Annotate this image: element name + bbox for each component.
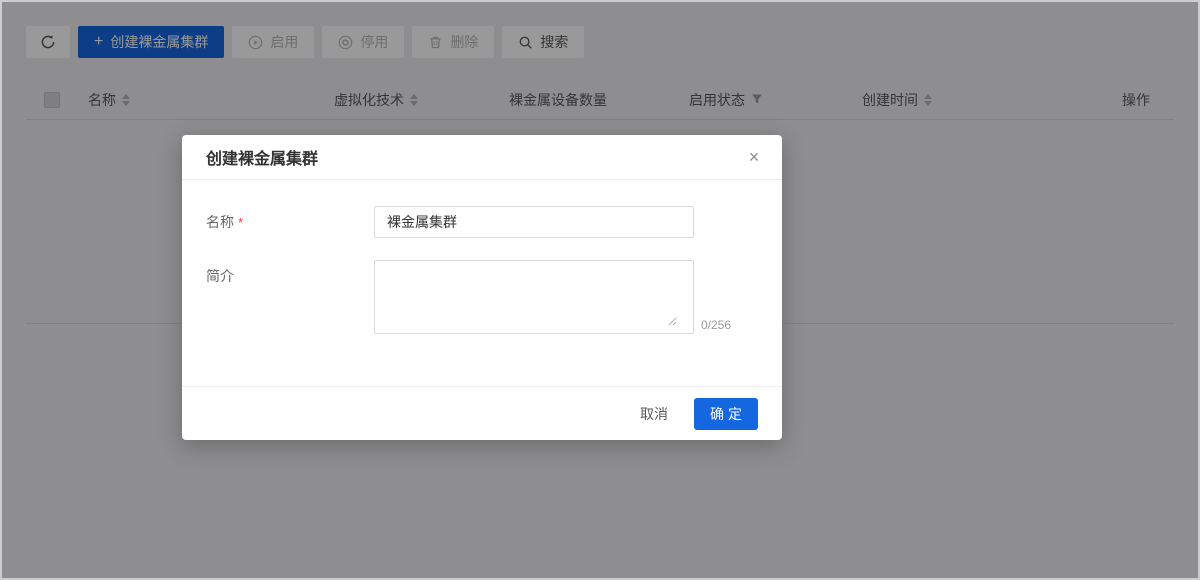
char-counter: 0/256 — [701, 318, 731, 334]
name-field-label: 名称 * — [206, 206, 374, 232]
app-window: + 创建裸金属集群 启用 停用 — [0, 0, 1200, 580]
intro-textarea-wrap: 0/256 — [374, 260, 731, 334]
close-button[interactable]: × — [740, 143, 768, 171]
name-field-row: 名称 * — [206, 206, 758, 238]
dialog-title: 创建裸金属集群 — [206, 145, 318, 169]
name-input[interactable] — [374, 206, 694, 238]
dialog-header: 创建裸金属集群 × — [182, 135, 782, 180]
close-icon: × — [749, 147, 760, 167]
cancel-button[interactable]: 取消 — [636, 398, 672, 430]
label-text: 名称 — [206, 214, 234, 230]
label-text: 简介 — [206, 268, 234, 284]
intro-textarea[interactable] — [374, 260, 694, 334]
intro-field-label: 简介 — [206, 260, 374, 286]
required-mark: * — [238, 215, 243, 230]
confirm-button[interactable]: 确定 — [694, 398, 758, 430]
intro-field-row: 简介 0/256 — [206, 260, 758, 334]
dialog-footer: 取消 确定 — [182, 386, 782, 440]
create-cluster-dialog: 创建裸金属集群 × 名称 * 简介 — [182, 135, 782, 440]
dialog-body: 名称 * 简介 0/256 — [182, 180, 782, 334]
